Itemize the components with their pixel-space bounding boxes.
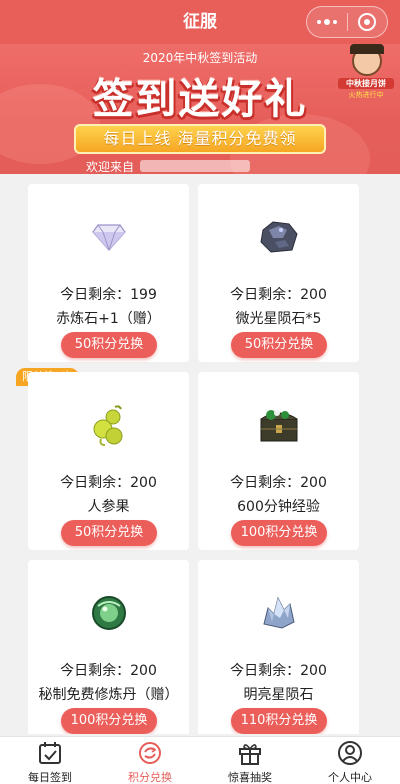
meteorite-icon xyxy=(251,209,307,265)
item-name: 600分钟经验 xyxy=(237,499,320,515)
more-dots-icon xyxy=(316,18,337,25)
badge-line2: 火热进行中 xyxy=(348,91,384,99)
more-button[interactable] xyxy=(307,7,347,37)
exchange-button[interactable]: 50积分兑换 xyxy=(61,520,157,546)
exchange-card: 今日剩余：200 明亮星陨石 110积分兑换 xyxy=(198,560,359,734)
exchange-card: 今日剩余：200 秘制免费修炼丹（赠） 100积分兑换 xyxy=(28,560,189,734)
welcome-text: 欢迎来自 xyxy=(86,160,135,174)
item-name: 秘制免费修炼丹（赠） xyxy=(38,687,179,703)
item-name: 明亮星陨石 xyxy=(243,687,314,703)
remaining-count: 今日剩余：199 xyxy=(60,287,157,303)
remaining-count: 今日剩余：200 xyxy=(230,287,327,303)
exchange-button[interactable]: 100积分兑换 xyxy=(231,520,327,546)
exchange-item-grid: 今日剩余：199 赤炼石+1（赠） 50积分兑换 今日剩余：200 微光星陨石*… xyxy=(0,174,400,734)
close-app-button[interactable] xyxy=(347,7,387,37)
tab-daily-signin[interactable]: 每日签到 xyxy=(0,737,100,784)
item-name: 赤炼石+1（赠） xyxy=(56,311,161,327)
tab-label: 惊喜抽奖 xyxy=(228,771,272,784)
green-orb-icon xyxy=(81,585,137,641)
crystal-meteorite-icon xyxy=(251,585,307,641)
remaining-count: 今日剩余：200 xyxy=(230,663,327,679)
bottom-tab-bar: 每日签到 积分兑换 惊喜抽奖 个人中心 xyxy=(0,736,400,784)
calendar-check-icon xyxy=(39,742,61,764)
blurred-username xyxy=(140,160,250,172)
exchange-card: 今日剩余：199 赤炼石+1（赠） 50积分兑换 xyxy=(28,184,189,362)
treasure-chest-icon xyxy=(251,397,307,453)
event-banner: 2020年中秋签到活动 签到送好礼 每日上线 海量积分免费领 欢迎来自 中秋接月… xyxy=(0,44,400,174)
exchange-icon xyxy=(139,742,161,764)
item-name: 微光星陨石*5 xyxy=(235,311,322,327)
remaining-count: 今日剩余：200 xyxy=(60,663,157,679)
exchange-card: 今日剩余：200 600分钟经验 100积分兑换 xyxy=(198,372,359,550)
tab-points-exchange[interactable]: 积分兑换 xyxy=(100,737,200,784)
ginseng-fruit-icon xyxy=(81,397,137,453)
mooncake-event-badge[interactable]: 中秋接月饼 火热进行中 xyxy=(338,44,394,104)
exchange-button[interactable]: 100积分兑换 xyxy=(61,708,157,734)
mascot-hat-icon xyxy=(350,44,384,54)
tab-label: 个人中心 xyxy=(328,771,372,784)
remaining-count: 今日剩余：200 xyxy=(230,475,327,491)
tab-label: 每日签到 xyxy=(28,771,72,784)
nav-bar: 征服 xyxy=(0,0,400,44)
tab-label: 积分兑换 xyxy=(128,771,172,784)
exchange-button[interactable]: 50积分兑换 xyxy=(231,332,327,358)
item-name: 人参果 xyxy=(87,499,130,515)
tab-lucky-draw[interactable]: 惊喜抽奖 xyxy=(200,737,300,784)
diamond-icon xyxy=(81,209,137,265)
close-target-icon xyxy=(358,13,377,31)
gift-icon xyxy=(239,744,261,765)
badge-line1: 中秋接月饼 xyxy=(338,78,394,89)
user-icon xyxy=(338,741,362,765)
exchange-button[interactable]: 50积分兑换 xyxy=(61,332,157,358)
mini-program-capsule xyxy=(306,6,388,38)
exchange-card: 今日剩余：200 微光星陨石*5 50积分兑换 xyxy=(198,184,359,362)
exchange-card: 今日剩余：200 人参果 50积分兑换 xyxy=(28,372,189,550)
banner-headline: 签到送好礼 xyxy=(92,75,308,123)
tab-profile[interactable]: 个人中心 xyxy=(300,737,400,784)
banner-slogan: 每日上线 海量积分免费领 xyxy=(74,124,326,154)
exchange-button[interactable]: 110积分兑换 xyxy=(231,708,327,734)
remaining-count: 今日剩余：200 xyxy=(60,475,157,491)
